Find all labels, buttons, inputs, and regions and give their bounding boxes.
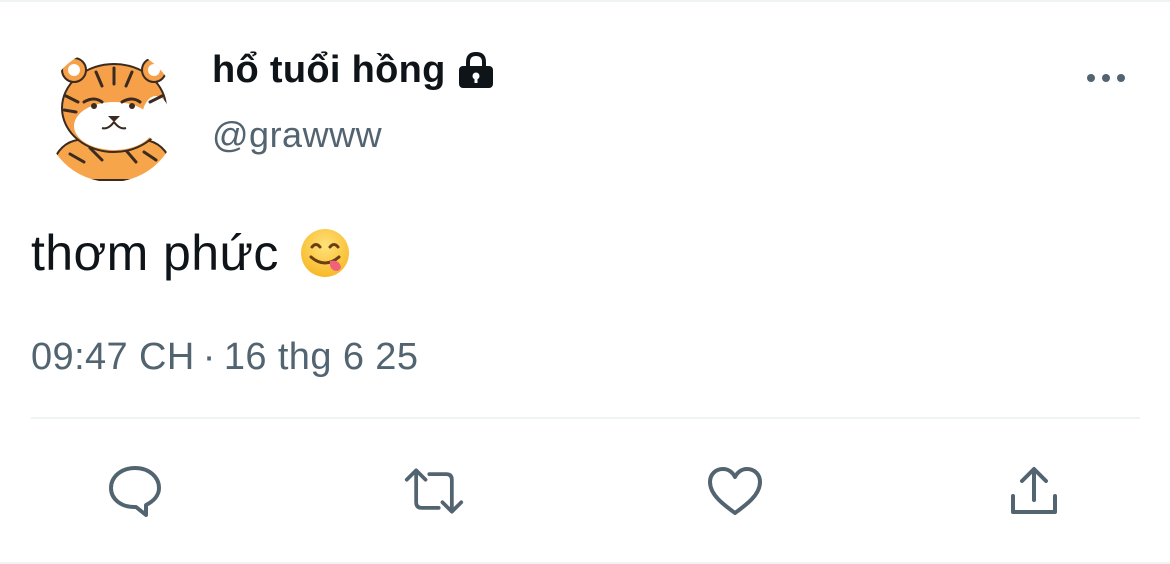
more-button[interactable]	[1082, 60, 1130, 96]
tweet-date: 16 thg 6 25	[223, 336, 419, 378]
like-button[interactable]	[704, 460, 766, 522]
tweet-time: 09:47 CH	[31, 336, 195, 378]
reply-button[interactable]	[104, 460, 166, 522]
action-bar	[0, 460, 1170, 522]
tiger-avatar-icon	[44, 48, 178, 182]
tweet-timestamp[interactable]: 09:47 CH · 16 thg 6 25	[31, 336, 418, 379]
lock-icon	[456, 51, 496, 89]
retweet-button[interactable]	[403, 460, 465, 522]
face-savoring-food-icon	[299, 227, 351, 279]
retweet-icon	[404, 468, 464, 514]
more-icon	[1087, 74, 1125, 82]
reply-icon	[109, 466, 161, 517]
display-name[interactable]: hổ tuổi hồng	[212, 49, 446, 92]
divider	[31, 417, 1140, 419]
like-icon	[708, 467, 762, 515]
tweet-text: thơm phức	[31, 225, 279, 281]
share-button[interactable]	[1003, 460, 1065, 522]
author-name-row: hổ tuổi hồng	[212, 46, 496, 94]
author-handle[interactable]: @grawww	[212, 114, 382, 156]
tweet-text-row: thơm phức	[31, 224, 351, 282]
tweet-card: hổ tuổi hồng @grawww thơm phức 09:47 CH …	[0, 0, 1170, 564]
avatar[interactable]	[44, 48, 178, 182]
timestamp-separator: ·	[202, 336, 216, 378]
share-icon	[1011, 467, 1057, 514]
